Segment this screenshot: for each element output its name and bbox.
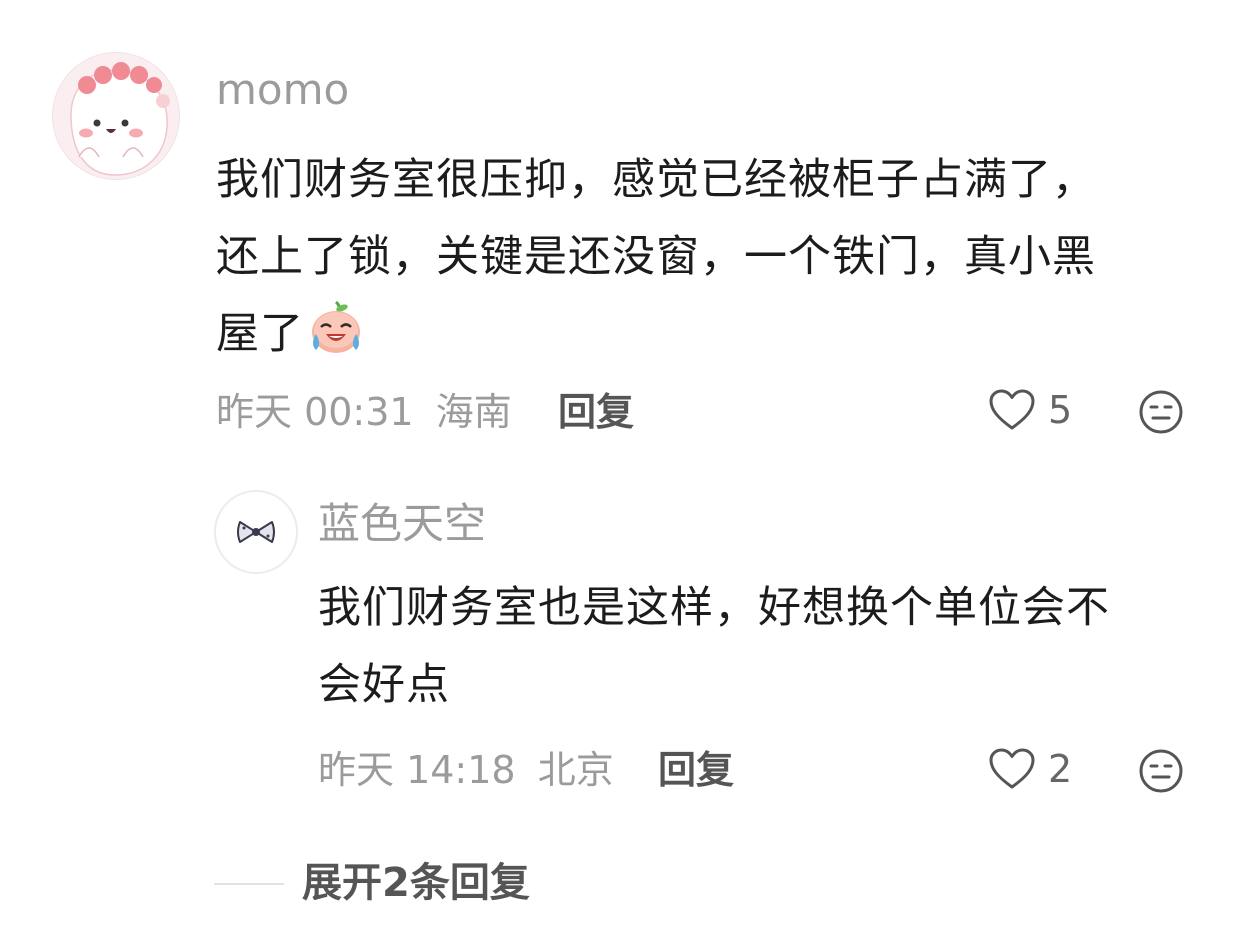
reply-username[interactable]: 蓝色天空 (318, 500, 486, 548)
pink-character-avatar-icon (53, 53, 179, 179)
reply-like-count: 2 (1048, 747, 1073, 791)
comment-like-count: 5 (1048, 388, 1073, 432)
reply-text: 我们财务室也是这样，好想换个单位会不 会好点 (318, 570, 1218, 724)
bow-avatar-icon (237, 521, 275, 543)
crying-laughing-emoji-icon (308, 300, 364, 356)
comment-like-button[interactable]: 5 (988, 388, 1072, 432)
comment-time: 昨天 00:31 (216, 390, 414, 434)
neutral-face-icon (1139, 390, 1183, 434)
expand-replies-button[interactable]: 展开2条回复 (302, 860, 530, 906)
neutral-face-icon (1139, 749, 1183, 793)
comment-text-line: 我们财务室很压抑，感觉已经被柜子占满了， (216, 155, 1096, 205)
comment-reply-button[interactable]: 回复 (558, 390, 634, 434)
reply-reply-button[interactable]: 回复 (658, 748, 734, 792)
heart-icon (989, 748, 1035, 789)
reply-react-button[interactable] (1138, 748, 1184, 798)
comment-text-line-content: 屋了 (216, 309, 304, 359)
comment-username[interactable]: momo (216, 66, 349, 114)
avatar-momo[interactable] (52, 52, 180, 180)
reply-like-button[interactable]: 2 (988, 747, 1072, 791)
comment-text: 我们财务室很压抑，感觉已经被柜子占满了， 还上了锁，关键是还没窗，一个铁门，真小… (216, 142, 1206, 373)
expand-divider (214, 883, 284, 885)
reply-text-line: 我们财务室也是这样，好想换个单位会不 (318, 583, 1110, 633)
comment-location: 海南 (435, 390, 512, 434)
comment-text-line: 屋了 (216, 296, 1206, 373)
reply-meta: 昨天 14:18 北京 (318, 748, 614, 792)
reply-text-line: 会好点 (318, 660, 450, 710)
avatar-reply-user[interactable] (214, 490, 298, 574)
comment-react-button[interactable] (1138, 389, 1184, 439)
comment-meta: 昨天 00:31 海南 (216, 390, 512, 434)
comment-text-line: 还上了锁，关键是还没窗，一个铁门，真小黑 (216, 232, 1096, 282)
reply-location: 北京 (537, 748, 614, 792)
reply-time: 昨天 14:18 (318, 748, 516, 792)
heart-icon (989, 389, 1035, 430)
